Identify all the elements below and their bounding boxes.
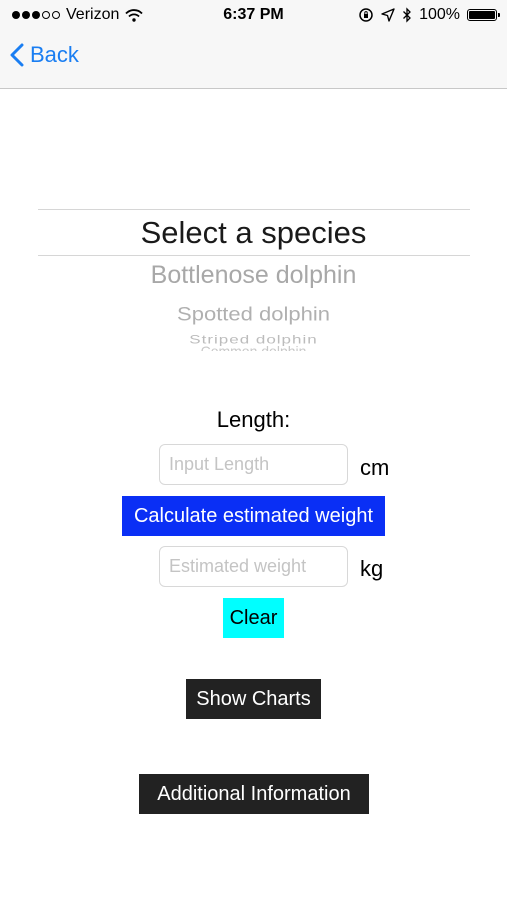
status-bar: Verizon 6:37 PM 100% (0, 0, 507, 30)
picker-option[interactable]: Common dolphin (0, 346, 507, 351)
weight-unit-label: kg (360, 556, 384, 581)
picker-option[interactable]: Spotted dolphin (0, 302, 507, 325)
orientation-lock-icon (359, 8, 373, 22)
length-unit-label: cm (360, 455, 390, 480)
picker-divider-bottom (38, 255, 470, 256)
clear-button[interactable]: Clear (223, 598, 284, 638)
battery-fill (469, 11, 495, 19)
picker-selected-row[interactable]: Select a species (0, 215, 507, 251)
estimated-weight-field[interactable] (159, 546, 348, 587)
additional-information-button[interactable]: Additional Information (139, 774, 369, 814)
battery-icon (467, 9, 500, 21)
location-arrow-icon (381, 8, 395, 22)
length-label: Length: (216, 407, 291, 432)
length-input[interactable] (159, 444, 348, 485)
back-button[interactable]: Back (10, 42, 79, 68)
back-label: Back (30, 42, 79, 67)
bluetooth-icon (403, 7, 411, 23)
picker-divider-top (38, 209, 470, 210)
battery-percent: 100% (419, 6, 460, 23)
calculate-weight-button[interactable]: Calculate estimated weight (122, 496, 385, 536)
show-charts-button[interactable]: Show Charts (186, 679, 321, 719)
status-right: 100% (358, 6, 500, 24)
picker-option[interactable]: Bottlenose dolphin (0, 261, 507, 290)
picker-option[interactable]: Striped dolphin (0, 333, 507, 347)
navigation-bar: Back (0, 30, 507, 89)
chevron-left-icon (10, 43, 24, 67)
